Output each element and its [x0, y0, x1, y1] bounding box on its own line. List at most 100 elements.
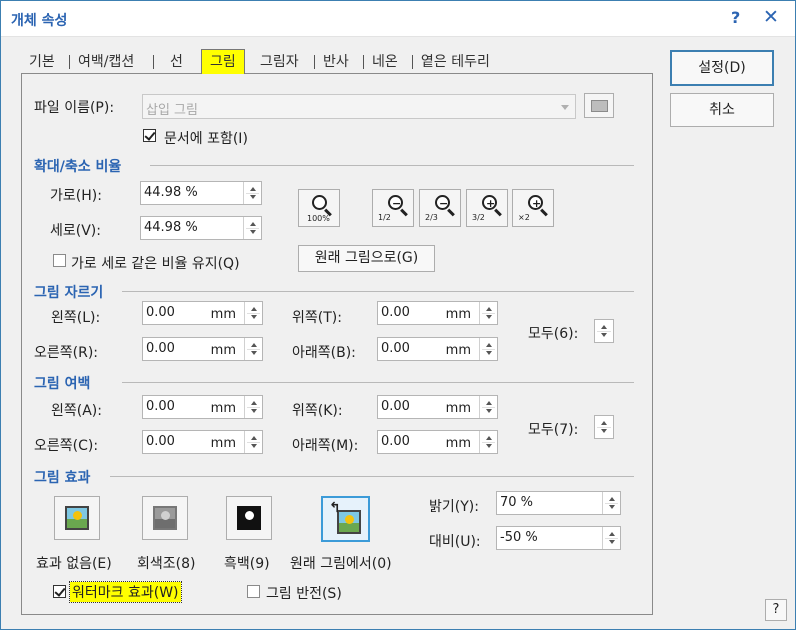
crop-bottom-spinner[interactable]	[479, 338, 497, 360]
effect-grayscale-button[interactable]	[142, 496, 188, 540]
tab-reflection[interactable]: 반사	[323, 51, 349, 73]
effect-original-button[interactable]: ↰	[321, 496, 370, 542]
scale-height-value: 44.98 %	[144, 220, 198, 235]
watermark-checkbox[interactable]	[53, 585, 66, 598]
margin-bottom-label: 아래쪽(M):	[292, 438, 359, 454]
brightness-input[interactable]: 70 %	[496, 491, 621, 515]
file-name-placeholder: 삽입 그림	[146, 103, 198, 118]
folder-icon	[591, 100, 608, 112]
effect-black-white-button[interactable]	[226, 496, 272, 540]
keep-ratio-label: 가로 세로 같은 비율 유지(Q)	[71, 256, 240, 272]
crop-right-input[interactable]: 0.00 mm	[142, 337, 263, 361]
zoom-in-double-button[interactable]: + ×2	[512, 189, 554, 227]
keep-ratio-checkbox[interactable]	[53, 254, 66, 267]
file-name-combobox[interactable]: 삽입 그림	[142, 94, 576, 119]
scale-width-label: 가로(H):	[50, 188, 102, 204]
tab-shadow[interactable]: 그림자	[260, 51, 299, 73]
scale-width-value: 44.98 %	[144, 185, 198, 200]
contrast-input[interactable]: -50 %	[496, 526, 621, 550]
title-bar: 개체 속성 ? ✕	[1, 1, 795, 37]
unit-label: mm	[445, 401, 471, 416]
unit-label: mm	[445, 307, 471, 322]
tab-soft-edge[interactable]: 옅은 테두리	[421, 51, 490, 73]
margin-bottom-input[interactable]: 0.00 mm	[377, 430, 498, 454]
chevron-down-icon	[561, 105, 569, 110]
crop-right-spinner[interactable]	[244, 338, 262, 360]
effect-none-label: 효과 없음(E)	[36, 556, 112, 572]
crop-right-label: 오른쪽(R):	[34, 345, 99, 361]
watermark-label: 워터마크 효과(W)	[69, 581, 182, 603]
effect-black-white-label: 흑백(9)	[224, 556, 270, 572]
margin-bottom-value: 0.00	[381, 434, 410, 449]
margin-top-input[interactable]: 0.00 mm	[377, 395, 498, 419]
unit-label: mm	[445, 436, 471, 451]
unit-label: mm	[210, 343, 236, 358]
crop-left-value: 0.00	[146, 305, 175, 320]
effect-none-button[interactable]	[54, 496, 100, 540]
crop-bottom-input[interactable]: 0.00 mm	[377, 337, 498, 361]
crop-all-spinner[interactable]	[594, 319, 614, 343]
tab-neon[interactable]: 네온	[372, 51, 398, 73]
margin-right-label: 오른쪽(C):	[34, 438, 99, 454]
tab-separator	[412, 55, 413, 69]
crop-left-input[interactable]: 0.00 mm	[142, 301, 263, 325]
margin-right-value: 0.00	[146, 434, 175, 449]
restore-original-button[interactable]: 원래 그림으로(G)	[298, 245, 435, 272]
tab-separator	[314, 55, 315, 69]
unit-label: mm	[210, 307, 236, 322]
object-properties-dialog: 개체 속성 ? ✕ 기본 여백/캡션 선 그림 그림자 반사 네온 옅은 테두리…	[0, 0, 796, 630]
include-in-document-checkbox[interactable]	[143, 129, 156, 142]
brightness-value: 70 %	[500, 495, 534, 510]
browse-folder-button[interactable]	[584, 93, 614, 118]
scale-width-spinner[interactable]	[243, 182, 261, 204]
crop-top-input[interactable]: 0.00 mm	[377, 301, 498, 325]
margin-top-spinner[interactable]	[479, 396, 497, 418]
scale-height-spinner[interactable]	[243, 217, 261, 239]
crop-top-label: 위쪽(T):	[292, 310, 342, 326]
help-icon[interactable]: ?	[731, 8, 740, 27]
zoom-100-button[interactable]: 100%	[298, 189, 340, 227]
crop-right-value: 0.00	[146, 341, 175, 356]
close-icon[interactable]: ✕	[763, 6, 779, 28]
zoom-out-half-button[interactable]: − 1/2	[372, 189, 414, 227]
cancel-button[interactable]: 취소	[670, 93, 774, 127]
scale-width-input[interactable]: 44.98 %	[140, 181, 262, 205]
crop-left-spinner[interactable]	[244, 302, 262, 324]
tab-basic[interactable]: 기본	[29, 51, 55, 73]
margin-right-spinner[interactable]	[244, 431, 262, 453]
tab-margin-caption[interactable]: 여백/캡션	[78, 51, 134, 73]
margin-bottom-spinner[interactable]	[479, 431, 497, 453]
tab-line[interactable]: 선	[170, 51, 183, 73]
section-divider	[122, 382, 634, 383]
invert-picture-checkbox[interactable]	[247, 585, 260, 598]
margin-all-label: 모두(7):	[528, 422, 579, 438]
margin-section-title: 그림 여백	[34, 376, 91, 392]
tab-picture[interactable]: 그림	[201, 49, 245, 74]
contrast-spinner[interactable]	[602, 527, 620, 549]
margin-right-input[interactable]: 0.00 mm	[142, 430, 263, 454]
scale-height-input[interactable]: 44.98 %	[140, 216, 262, 240]
scale-height-label: 세로(V):	[50, 223, 101, 239]
margin-left-spinner[interactable]	[244, 396, 262, 418]
crop-top-value: 0.00	[381, 305, 410, 320]
ok-button[interactable]: 설정(D)	[670, 50, 774, 86]
unit-label: mm	[445, 343, 471, 358]
effect-grayscale-label: 회색조(8)	[137, 556, 196, 572]
brightness-spinner[interactable]	[602, 492, 620, 514]
file-name-label: 파일 이름(P):	[34, 100, 115, 116]
margin-left-value: 0.00	[146, 399, 175, 414]
effect-original-label: 원래 그림에서(0)	[290, 556, 392, 572]
dialog-title: 개체 속성	[11, 13, 68, 29]
zoom-out-two-thirds-button[interactable]: − 2/3	[419, 189, 461, 227]
help-button[interactable]: ?	[765, 599, 787, 621]
crop-all-label: 모두(6):	[528, 326, 579, 342]
crop-top-spinner[interactable]	[479, 302, 497, 324]
contrast-value: -50 %	[500, 530, 538, 545]
color-picture-icon	[65, 506, 89, 530]
zoom-in-three-halves-button[interactable]: + 3/2	[466, 189, 508, 227]
margin-left-input[interactable]: 0.00 mm	[142, 395, 263, 419]
black-white-picture-icon	[237, 506, 261, 530]
unit-label: mm	[210, 401, 236, 416]
picture-tab-panel: 파일 이름(P): 삽입 그림 문서에 포함(I) 확대/축소 비율 가로(H)…	[21, 73, 653, 615]
margin-all-spinner[interactable]	[594, 415, 614, 439]
